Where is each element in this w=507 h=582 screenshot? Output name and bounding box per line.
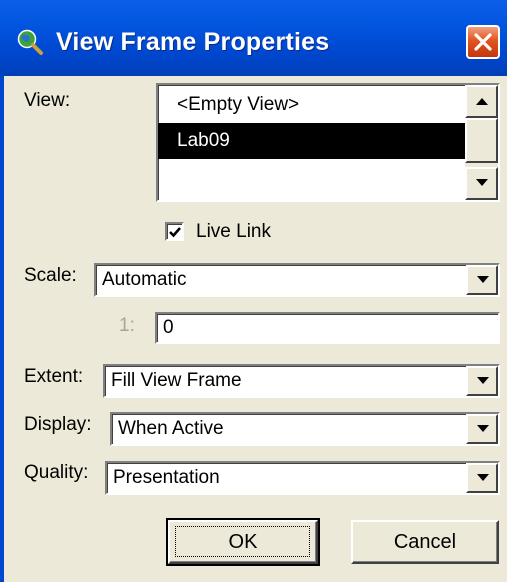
display-dropdown-button[interactable] [466, 414, 498, 444]
globe-magnifier-icon [17, 29, 43, 55]
dropdown-arrow-icon [477, 474, 489, 481]
window-title: View Frame Properties [56, 28, 330, 56]
cancel-button[interactable]: Cancel [351, 520, 499, 564]
quality-value: Presentation [113, 467, 220, 488]
list-item[interactable]: <Empty View> [158, 87, 465, 123]
ok-button[interactable]: OK [166, 518, 320, 566]
scroll-down-button[interactable] [465, 167, 498, 200]
window-frame [0, 76, 4, 582]
close-icon [474, 33, 492, 51]
scale-dropdown-button[interactable] [466, 265, 498, 295]
live-link-checkbox[interactable] [165, 222, 184, 241]
dropdown-arrow-icon [477, 276, 489, 283]
checkmark-icon [169, 227, 181, 238]
display-value: When Active [118, 418, 224, 439]
cancel-button-label: Cancel [393, 531, 457, 553]
view-listbox[interactable]: <Empty View> Lab09 [156, 83, 500, 202]
scale-ratio-input[interactable]: 0 [155, 312, 500, 344]
scroll-up-button[interactable] [465, 85, 498, 118]
extent-select[interactable]: Fill View Frame [103, 364, 500, 398]
extent-dropdown-button[interactable] [466, 366, 498, 396]
close-button[interactable] [466, 25, 500, 59]
view-label: View: [24, 90, 71, 111]
quality-label: Quality: [24, 462, 89, 483]
dropdown-arrow-icon [477, 425, 489, 432]
list-item[interactable] [158, 159, 465, 195]
scale-select[interactable]: Automatic [94, 263, 500, 297]
display-select[interactable]: When Active [110, 412, 500, 446]
focus-indicator [175, 526, 310, 557]
extent-value: Fill View Frame [111, 370, 242, 391]
extent-label: Extent: [24, 366, 84, 387]
dropdown-arrow-icon [477, 377, 489, 384]
scale-label: Scale: [24, 265, 77, 286]
list-item-selected[interactable]: Lab09 [158, 123, 465, 159]
scale-ratio-prefix: 1: [119, 315, 135, 336]
view-frame-properties-dialog: View Frame Properties View: <Empty View>… [0, 0, 507, 582]
title-bar[interactable]: View Frame Properties [0, 0, 507, 76]
display-label: Display: [24, 414, 92, 435]
quality-dropdown-button[interactable] [466, 463, 498, 493]
quality-select[interactable]: Presentation [105, 461, 500, 495]
scroll-up-icon [476, 98, 488, 105]
scale-value: Automatic [102, 269, 187, 290]
live-link-label[interactable]: Live Link [196, 221, 271, 243]
view-list-scrollbar[interactable] [465, 85, 498, 200]
scroll-down-icon [476, 179, 488, 186]
scroll-thumb[interactable] [465, 118, 498, 163]
scale-ratio-value: 0 [163, 317, 174, 338]
